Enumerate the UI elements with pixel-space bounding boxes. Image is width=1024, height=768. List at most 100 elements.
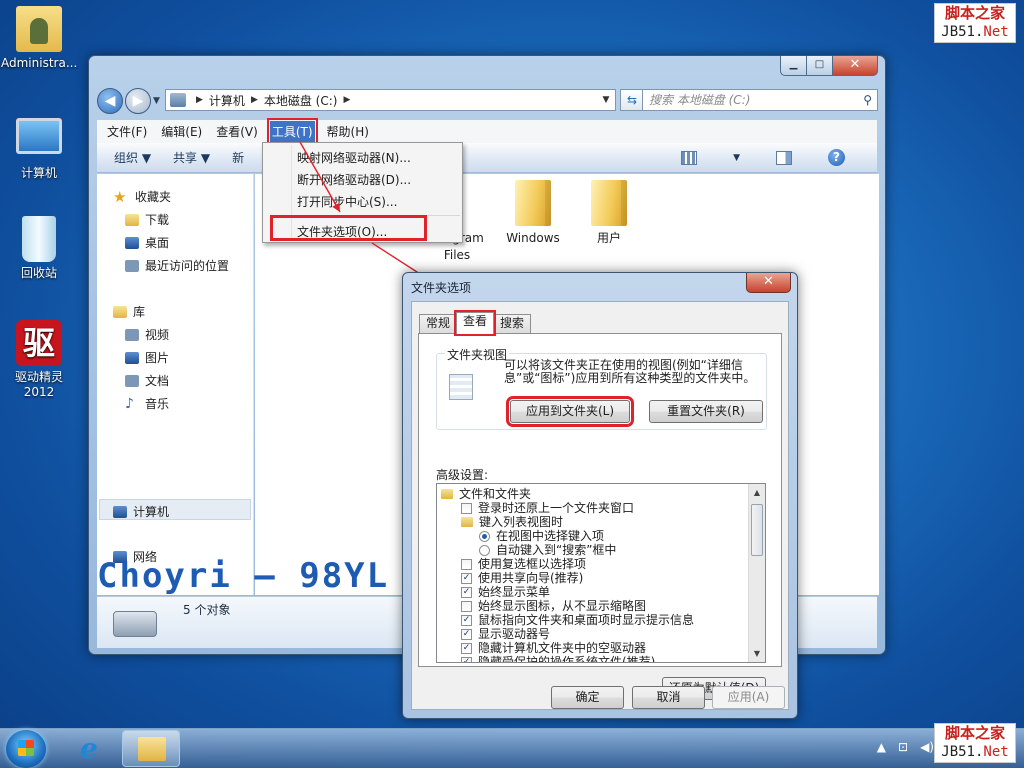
ok-button[interactable]: 确定 — [551, 686, 624, 709]
dialog-close-button[interactable]: ✕ — [746, 273, 791, 293]
search-placeholder: 搜索 本地磁盘 (C:) — [649, 93, 751, 107]
tree-row-label: 在视图中选择键入项 — [496, 529, 605, 543]
close-button[interactable]: ✕ — [833, 56, 878, 76]
scroll-thumb[interactable] — [751, 504, 763, 556]
desktop-icon-administrator[interactable]: Administra... — [1, 6, 77, 71]
tree-option[interactable]: ✓ 始终显示菜单 — [461, 585, 550, 599]
scroll-up-icon[interactable]: ▲ — [749, 484, 765, 501]
tab-search[interactable]: 搜索 — [493, 314, 532, 333]
nav-desktop[interactable]: 桌面 — [125, 234, 169, 251]
tree-option[interactable]: ✓ 隐藏计算机文件夹中的空驱动器 — [461, 641, 646, 655]
folder-view-icon — [449, 374, 473, 400]
menu-help[interactable]: 帮助(H) — [325, 121, 371, 142]
menu-bar: 文件(F) 编辑(E) 查看(V) 工具(T) 帮助(H) — [97, 118, 877, 145]
menu-item-map-drive[interactable]: 映射网络驱动器(N)... — [297, 149, 411, 166]
tree-row-label: 使用复选框以选择项 — [478, 557, 587, 571]
start-button[interactable] — [6, 730, 46, 768]
folder-users[interactable]: 用户 — [575, 180, 643, 247]
dialog-body: 常规 查看 搜索 文件夹视图 可以将该文件夹正在使用的视图(例如“详细信息”或“… — [411, 301, 789, 710]
refresh-button[interactable]: ⇆ — [620, 89, 644, 111]
taskbar-explorer-button[interactable] — [122, 730, 180, 767]
checkbox[interactable] — [461, 600, 472, 612]
help-icon[interactable]: ? — [828, 149, 845, 166]
checkbox[interactable]: ✓ — [461, 572, 472, 584]
nav-favorites[interactable]: ★ 收藏夹 — [113, 188, 171, 205]
nav-videos[interactable]: 视频 — [125, 326, 169, 343]
back-button[interactable]: ◀ — [97, 88, 123, 114]
recent-pages-dropdown[interactable]: ▼ — [153, 96, 160, 106]
share-button[interactable]: 共享 ▼ — [173, 149, 210, 166]
desktop-icon-computer[interactable]: 计算机 — [1, 118, 77, 181]
breadcrumb-drive-c[interactable]: 本地磁盘 (C:) — [264, 92, 338, 109]
tree-option[interactable]: ✓ 使用共享向导(推荐) — [461, 571, 583, 585]
address-dropdown-icon[interactable]: ▼ — [597, 95, 615, 105]
tab-view[interactable]: 查看 — [454, 310, 497, 336]
network-tray-icon[interactable]: ⊡ — [898, 740, 908, 754]
view-tab-panel: 文件夹视图 可以将该文件夹正在使用的视图(例如“详细信息”或“图标”)应用到所有… — [418, 333, 782, 700]
menu-tools[interactable]: 工具(T) — [266, 118, 318, 145]
breadcrumb-computer[interactable]: 计算机 — [209, 92, 245, 109]
system-tray: ▲ ⊡ ◀) — [877, 740, 934, 754]
maximize-button[interactable]: □ — [807, 56, 833, 76]
checkbox[interactable] — [461, 502, 472, 514]
tree-option[interactable]: 在视图中选择键入项 — [479, 529, 604, 543]
item-count: 5 个对象 — [183, 603, 231, 617]
vertical-scrollbar[interactable]: ▲ ▼ — [748, 484, 765, 662]
cancel-button[interactable]: 取消 — [632, 686, 705, 709]
radio-button[interactable] — [479, 530, 490, 542]
address-bar[interactable]: ▶ 计算机 ▶ 本地磁盘 (C:) ▶ ▼ — [165, 89, 616, 111]
menu-edit[interactable]: 编辑(E) — [159, 121, 204, 142]
checkbox[interactable]: ✓ — [461, 656, 472, 662]
breadcrumb-separator[interactable]: ▶ — [251, 95, 258, 105]
minimize-button[interactable]: ▁ — [780, 56, 807, 76]
change-view-icon[interactable] — [681, 150, 698, 165]
radio-button[interactable] — [479, 544, 490, 556]
new-folder-button[interactable]: 新 — [232, 149, 244, 166]
menu-view[interactable]: 查看(V) — [214, 121, 260, 142]
highlight-folder-options — [270, 215, 427, 241]
folder-windows[interactable]: Windows — [499, 180, 567, 247]
checkbox[interactable] — [461, 558, 472, 570]
tray-expand-icon[interactable]: ▲ — [877, 740, 886, 754]
tree-option[interactable]: 始终显示图标，从不显示缩略图 — [461, 599, 646, 613]
nav-documents[interactable]: 文档 — [125, 372, 169, 389]
recycle-bin-icon — [22, 216, 56, 262]
tab-general[interactable]: 常规 — [419, 314, 458, 333]
preview-pane-icon[interactable] — [776, 150, 792, 165]
tree-option[interactable]: 使用复选框以选择项 — [461, 557, 586, 571]
view-dropdown-icon[interactable]: ▼ — [733, 153, 740, 163]
tree-option[interactable]: 登录时还原上一个文件夹窗口 — [461, 501, 634, 515]
nav-computer[interactable]: 计算机 — [113, 503, 169, 520]
menu-item-sync-center[interactable]: 打开同步中心(S)... — [297, 193, 397, 210]
reset-folders-button[interactable]: 重置文件夹(R) — [649, 400, 763, 423]
recent-places-icon — [125, 259, 139, 272]
checkbox[interactable]: ✓ — [461, 628, 472, 640]
nav-recent-places[interactable]: 最近访问的位置 — [125, 257, 229, 274]
computer-small-icon — [170, 93, 186, 107]
menu-item-disconnect-drive[interactable]: 断开网络驱动器(D)... — [297, 171, 411, 188]
menu-file[interactable]: 文件(F) — [105, 121, 149, 142]
tree-option[interactable]: ✓ 隐藏受保护的操作系统文件(推荐) — [461, 655, 655, 662]
tree-option[interactable]: ✓ 鼠标指向文件夹和桌面项时显示提示信息 — [461, 613, 694, 627]
desktop-icon-driver-genius[interactable]: 驱 驱动精灵 2012 — [1, 320, 77, 400]
nav-downloads[interactable]: 下载 — [125, 211, 169, 228]
apply-to-folders-button[interactable]: 应用到文件夹(L) — [506, 396, 634, 427]
taskbar-ie-button[interactable] — [62, 730, 120, 767]
scroll-down-icon[interactable]: ▼ — [749, 645, 765, 662]
desktop-icon-recycle-bin[interactable]: 回收站 — [1, 216, 77, 281]
checkbox[interactable]: ✓ — [461, 642, 472, 654]
breadcrumb-separator[interactable]: ▶ — [196, 95, 203, 105]
tree-option[interactable]: 自动键入到“搜索”框中 — [479, 543, 616, 557]
forward-button[interactable]: ▶ — [125, 88, 151, 114]
nav-libraries[interactable]: 库 — [113, 303, 145, 320]
nav-pictures[interactable]: 图片 — [125, 349, 169, 366]
volume-icon[interactable]: ◀) — [920, 740, 934, 754]
breadcrumb-separator[interactable]: ▶ — [343, 95, 350, 105]
nav-music[interactable]: ♪ 音乐 — [125, 395, 169, 412]
checkbox[interactable]: ✓ — [461, 586, 472, 598]
search-input[interactable]: 搜索 本地磁盘 (C:) ⚲ — [642, 89, 878, 111]
checkbox[interactable]: ✓ — [461, 614, 472, 626]
organize-button[interactable]: 组织 ▼ — [114, 149, 151, 166]
downloads-icon — [125, 213, 139, 226]
tree-option[interactable]: ✓ 显示驱动器号 — [461, 627, 550, 641]
